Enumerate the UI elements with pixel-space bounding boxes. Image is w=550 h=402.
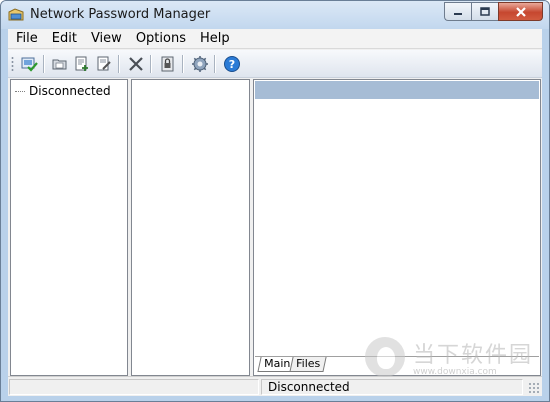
toolbar: ? — [8, 50, 542, 78]
menu-bar: File Edit View Options Help — [8, 29, 542, 49]
detail-selected-row[interactable] — [255, 81, 539, 99]
menu-view[interactable]: View — [84, 29, 129, 49]
client-area: File Edit View Options Help ? Disconnect… — [8, 29, 542, 396]
toolbar-separator — [182, 55, 184, 73]
folder-tree[interactable]: Disconnected — [10, 79, 128, 376]
caption-buttons — [444, 2, 543, 21]
connect-icon — [21, 57, 38, 72]
tab-strip: Main Files — [255, 356, 539, 374]
app-icon — [8, 8, 24, 21]
menu-file[interactable]: File — [9, 29, 45, 49]
toolbar-separator — [43, 55, 45, 73]
toolbar-separator — [118, 55, 120, 73]
edit-item-icon — [97, 56, 111, 71]
lock-icon — [161, 56, 174, 72]
tab-files[interactable]: Files — [289, 357, 327, 372]
delete-button[interactable] — [126, 54, 146, 74]
delete-icon — [129, 57, 143, 71]
minimize-button[interactable] — [444, 2, 471, 21]
window-title: Network Password Manager — [30, 7, 211, 22]
tree-item-root[interactable]: Disconnected — [13, 84, 111, 98]
help-button[interactable]: ? — [222, 54, 242, 74]
connect-button[interactable] — [19, 54, 39, 74]
detail-pane[interactable]: Main Files — [253, 79, 541, 376]
maximize-icon — [480, 7, 490, 16]
new-folder-icon — [52, 59, 67, 70]
settings-button[interactable] — [190, 54, 210, 74]
tree-item-label: Disconnected — [29, 84, 111, 98]
settings-icon — [192, 56, 208, 72]
status-panel-left — [9, 379, 259, 395]
menu-edit[interactable]: Edit — [45, 29, 84, 49]
status-bar: Disconnected — [8, 376, 542, 396]
lock-button[interactable] — [158, 54, 178, 74]
toolbar-separator — [214, 55, 216, 73]
new-item-button[interactable] — [72, 54, 92, 74]
tree-connector — [15, 90, 25, 92]
toolbar-grip[interactable] — [11, 56, 14, 72]
tab-label: Main — [264, 357, 291, 370]
close-icon — [515, 6, 526, 17]
menu-help[interactable]: Help — [193, 29, 237, 49]
status-panel-right: Disconnected — [261, 379, 523, 395]
help-icon: ? — [224, 56, 240, 72]
item-list[interactable] — [131, 79, 250, 376]
svg-text:?: ? — [229, 58, 235, 71]
app-window: Network Password Manager File Edit View … — [0, 0, 550, 402]
tab-label: Files — [296, 357, 321, 370]
new-folder-button[interactable] — [50, 54, 70, 74]
title-bar[interactable]: Network Password Manager — [1, 1, 549, 29]
menu-options[interactable]: Options — [129, 29, 193, 49]
edit-item-button[interactable] — [94, 54, 114, 74]
minimize-icon — [454, 12, 462, 15]
new-item-icon — [75, 56, 88, 71]
close-button[interactable] — [498, 2, 543, 21]
toolbar-separator — [150, 55, 152, 73]
connection-status: Disconnected — [268, 380, 350, 394]
maximize-button[interactable] — [471, 2, 498, 21]
resize-grip[interactable] — [528, 382, 540, 394]
